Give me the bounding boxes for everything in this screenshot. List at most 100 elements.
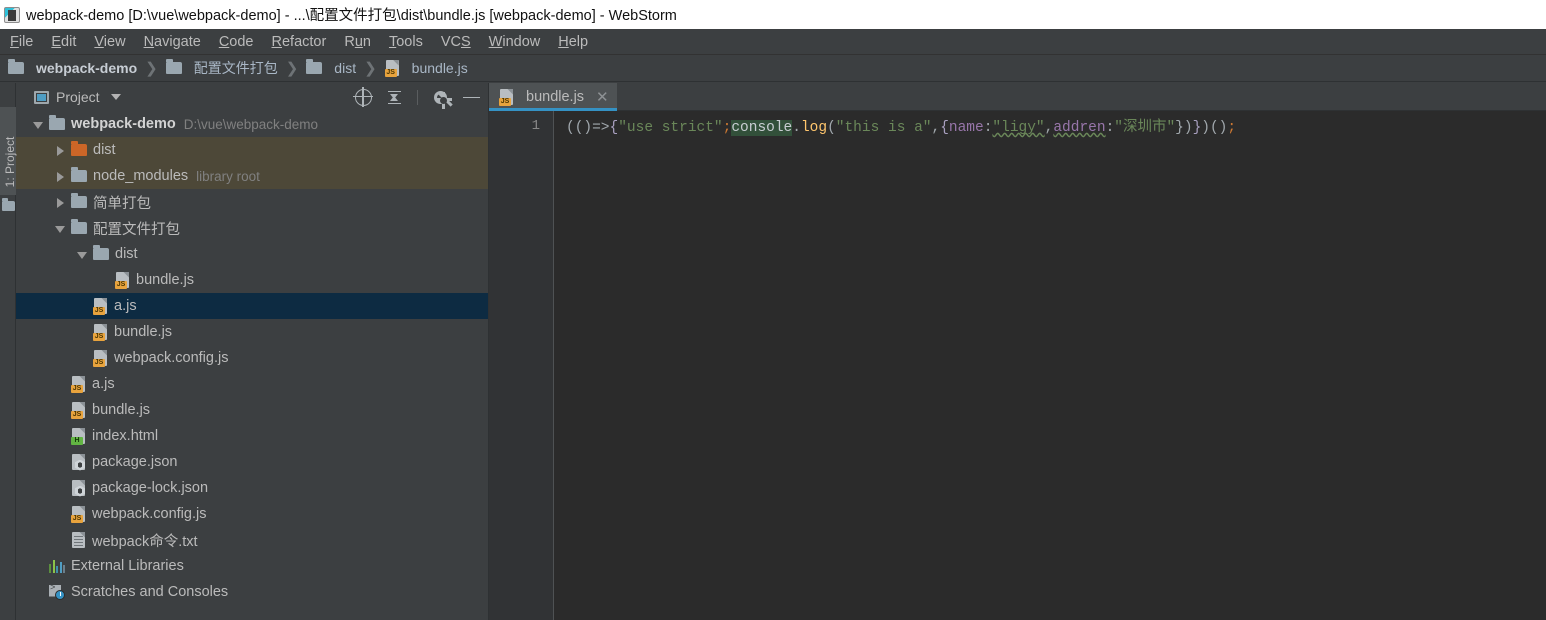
close-icon[interactable]: ✕ — [596, 90, 609, 105]
chevron-right-icon[interactable] — [54, 196, 67, 209]
tree-row[interactable]: JS bundle.js — [16, 319, 488, 345]
tree-row-label: webpack-demo — [71, 116, 176, 132]
line-number: 1 — [531, 118, 540, 134]
tree-row[interactable]: JS webpack.config.js — [16, 501, 488, 527]
tree-row[interactable]: package-lock.json — [16, 475, 488, 501]
collapse-all-icon[interactable] — [386, 89, 403, 106]
tree-row-label: webpack.config.js — [92, 506, 207, 522]
json-file-icon — [71, 453, 86, 471]
tree-row[interactable]: JS bundle.js — [16, 267, 488, 293]
tree-row-label: 配置文件打包 — [93, 221, 180, 238]
chevron-right-icon[interactable] — [54, 144, 67, 157]
folder-icon — [165, 59, 182, 74]
menu-vcs[interactable]: VCS — [432, 31, 480, 53]
tree-row[interactable]: 简单打包 — [16, 189, 488, 215]
code-token: "ligy" — [992, 120, 1045, 136]
toolbar-divider — [417, 89, 418, 105]
menu-run-rest: n — [362, 33, 371, 50]
tree-row[interactable]: Scratches and Consoles — [16, 579, 488, 605]
menu-view[interactable]: View — [85, 31, 134, 53]
project-panel: Project webpack-demo D:\vue\webpack-demo d… — [16, 83, 489, 620]
chevron-down-icon[interactable] — [54, 222, 67, 235]
folder-icon — [2, 198, 15, 211]
js-file-icon: JS — [71, 505, 86, 523]
breadcrumb-item-project[interactable]: webpack-demo — [6, 59, 139, 76]
tree-row-label: 简单打包 — [93, 195, 151, 212]
tree-row[interactable]: package.json — [16, 449, 488, 475]
project-panel-title-group[interactable]: Project — [34, 89, 121, 105]
js-file-icon: JS — [115, 271, 130, 289]
tree-row[interactable]: webpack命令.txt — [16, 527, 488, 553]
code-line: (()=>{"use strict";console.log("this is … — [566, 118, 1546, 138]
tree-row[interactable]: dist — [16, 137, 488, 163]
tree-row[interactable]: External Libraries — [16, 553, 488, 579]
js-file-icon: JS — [93, 323, 108, 341]
window-title: webpack-demo [D:\vue\webpack-demo] - ...… — [26, 8, 677, 24]
chevron-down-icon[interactable] — [32, 118, 45, 131]
menu-help-rest: elp — [568, 33, 589, 50]
menu-code[interactable]: Code — [210, 31, 263, 53]
js-file-icon: JS — [71, 401, 86, 419]
tree-row[interactable]: Hindex.html — [16, 423, 488, 449]
breadcrumb-item-file[interactable]: JS bundle.js — [383, 59, 470, 77]
menu-file[interactable]: File — [1, 31, 42, 53]
code-token: { — [609, 120, 619, 136]
tree-row-label: package.json — [92, 454, 178, 470]
menu-help[interactable]: Help — [549, 31, 597, 53]
menu-view-rest: iew — [103, 33, 126, 50]
js-file-icon: JS — [499, 88, 514, 106]
json-file-icon — [71, 479, 86, 497]
code-token: )() — [1201, 120, 1228, 136]
menu-navigate[interactable]: Navigate — [135, 31, 210, 53]
code-content[interactable]: (()=>{"use strict";console.log("this is … — [554, 111, 1546, 620]
tree-row-label: dist — [115, 246, 138, 262]
minimize-icon[interactable] — [463, 89, 480, 106]
tree-row-label: a.js — [114, 298, 137, 314]
project-tree: webpack-demo D:\vue\webpack-demo dist node_… — [16, 111, 488, 620]
locate-icon[interactable] — [353, 86, 373, 107]
main-split: 1: Project Project webpack-demo D:\vue\w… — [0, 83, 1546, 620]
tree-row-label: package-lock.json — [92, 480, 209, 496]
chevron-right-icon[interactable] — [54, 170, 67, 183]
chevron-down-icon[interactable] — [110, 94, 121, 100]
tab-bar-filler — [616, 83, 1546, 111]
tree-row[interactable]: 配置文件打包 — [16, 215, 488, 241]
tree-row[interactable]: JS webpack.config.js — [16, 345, 488, 371]
menu-window[interactable]: Window — [480, 31, 550, 53]
menu-refactor-rest: efactor — [281, 33, 327, 50]
tree-row-label: node_modules — [93, 168, 189, 184]
editor-area: JS bundle.js ✕ 1 (()=>{"use strict";cons… — [489, 83, 1546, 620]
menu-tools[interactable]: Tools — [380, 31, 432, 53]
menu-edit[interactable]: Edit — [42, 31, 85, 53]
tree-row-label: webpack.config.js — [114, 350, 229, 366]
tool-window-button-project[interactable]: 1: Project — [0, 107, 17, 195]
gear-icon[interactable] — [434, 90, 453, 109]
code-token: "深圳市" — [1114, 120, 1176, 136]
libraries-icon — [49, 559, 65, 573]
tree-row[interactable]: JS a.js — [16, 293, 488, 319]
tree-row[interactable]: JS a.js — [16, 371, 488, 397]
folder-icon — [8, 59, 24, 74]
breadcrumb-item-dist[interactable]: dist — [304, 59, 358, 76]
breadcrumb-item-config[interactable]: 配置文件打包 — [164, 58, 280, 78]
tree-row[interactable]: node_modules library root — [16, 163, 488, 189]
code-token: } — [1192, 120, 1202, 136]
tab-bundle-js[interactable]: JS bundle.js ✕ — [489, 83, 617, 111]
menu-refactor[interactable]: Refactor — [263, 31, 336, 53]
code-token: (() — [566, 120, 593, 136]
js-file-icon: JS — [71, 375, 86, 393]
code-token: , — [931, 120, 941, 136]
menu-run[interactable]: Run — [335, 31, 380, 53]
tree-row[interactable]: dist — [16, 241, 488, 267]
js-file-icon: JS — [93, 297, 108, 315]
folder-icon — [49, 115, 65, 130]
tree-row[interactable]: JS bundle.js — [16, 397, 488, 423]
tree-row-label: dist — [93, 142, 116, 158]
tree-row[interactable]: webpack-demo D:\vue\webpack-demo — [16, 111, 488, 137]
chevron-down-icon[interactable] — [76, 248, 89, 261]
